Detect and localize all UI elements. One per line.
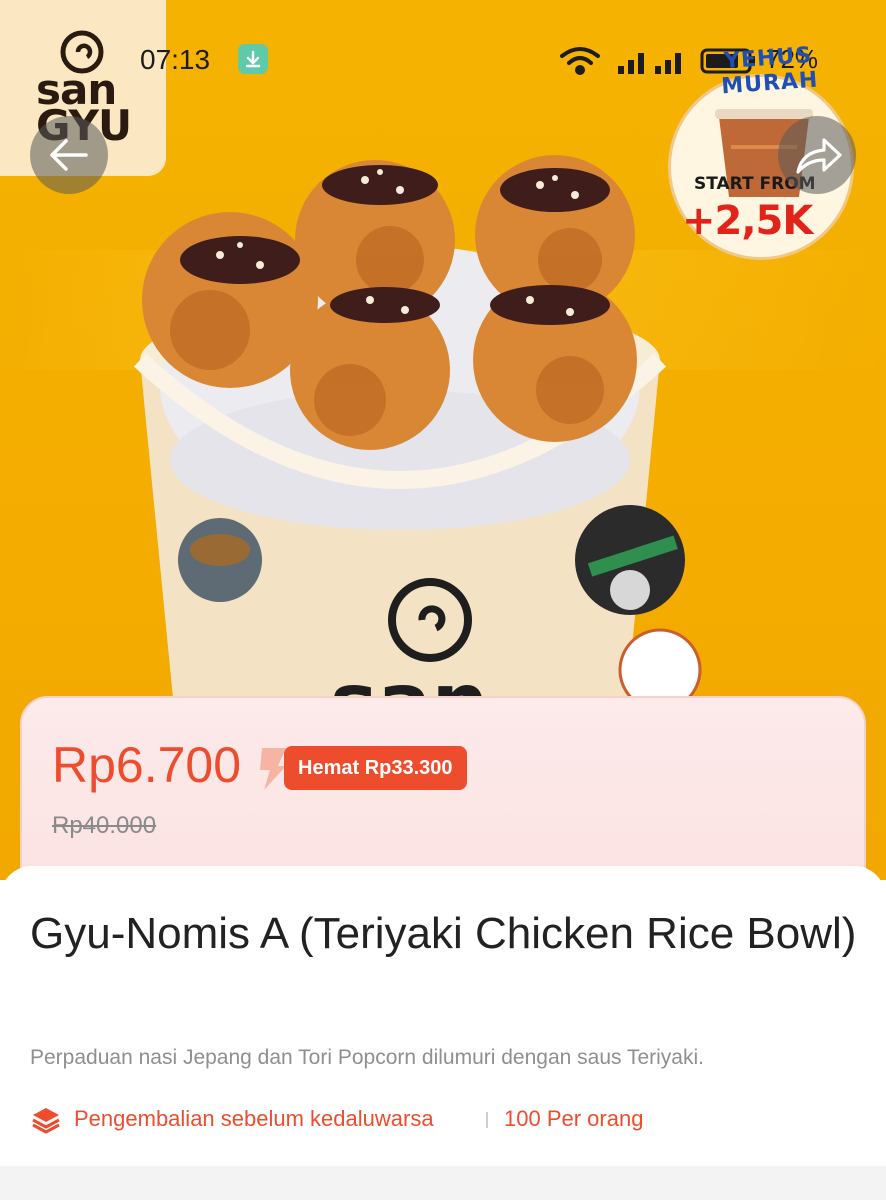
share-button[interactable] bbox=[778, 116, 856, 194]
download-icon bbox=[238, 44, 268, 74]
current-price: Rp6.700 bbox=[52, 737, 242, 793]
section-divider bbox=[0, 1166, 886, 1200]
share-icon bbox=[796, 138, 842, 174]
promo-price: +2,5K bbox=[682, 198, 813, 244]
layers-icon bbox=[32, 1108, 60, 1134]
back-arrow-icon bbox=[50, 139, 88, 171]
product-description: Perpaduan nasi Jepang dan Tori Popcorn d… bbox=[30, 1046, 704, 1069]
status-time: 07:13 bbox=[140, 44, 211, 75]
product-title: Gyu-Nomis A (Teriyaki Chicken Rice Bowl) bbox=[30, 909, 857, 958]
signal-icon bbox=[618, 53, 644, 74]
original-price: Rp40.000 bbox=[52, 812, 157, 839]
saving-badge: Hemat Rp33.300 bbox=[284, 746, 467, 790]
back-button[interactable] bbox=[30, 116, 108, 194]
refund-policy-label[interactable]: Pengembalian sebelum kedaluwarsa bbox=[74, 1106, 434, 1132]
feature-divider bbox=[486, 1112, 488, 1128]
purchase-limit-label[interactable]: 100 Per orang bbox=[504, 1106, 643, 1132]
wifi-icon bbox=[560, 47, 600, 75]
rice-bowl-image: san bbox=[133, 155, 702, 770]
